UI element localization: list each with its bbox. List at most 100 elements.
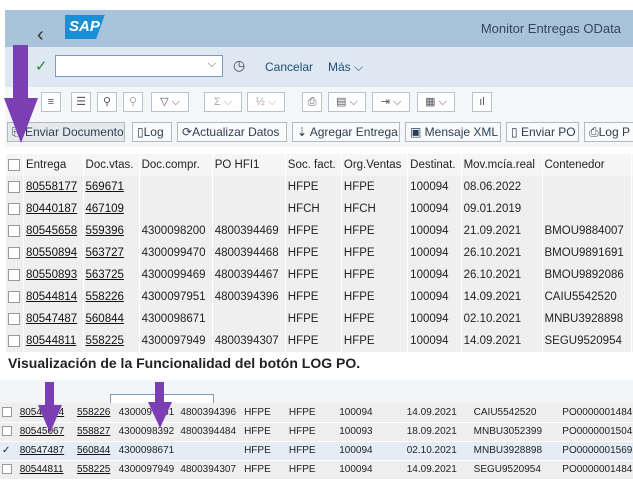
table-row[interactable]: 80545067 558827 4300098392 4800394484 HFPE HF… [0,422,633,442]
row-checkbox[interactable] [6,242,24,264]
export-icon[interactable]: ⇥ ⌵ [372,92,410,112]
table-cell[interactable]: 563727 [83,242,140,264]
row-checkbox[interactable] [0,403,18,423]
row-checkbox[interactable] [6,308,24,330]
align-icon[interactable]: ≡ [41,92,61,112]
log-po-button[interactable]: ⎙Log P [584,122,633,142]
column-header[interactable]: Org.Ventas [341,154,409,176]
select-all-checkbox[interactable] [6,154,24,176]
cell-link[interactable]: 558827 [77,426,110,437]
table-row[interactable]: 80544814 558226 4300097951 4800394396 HFPE HF… [0,403,633,423]
add-delivery-button[interactable]: ⇣ Agregar Entrega [292,122,400,142]
cell-link[interactable]: 563725 [86,269,124,281]
table-cell[interactable]: 80550893 [23,264,84,286]
table-row[interactable]: 80550893 563725 4300099469 4800394467 HFPE HF… [6,264,633,286]
search-icon[interactable]: ⚲ [97,92,117,112]
history-icon[interactable]: ◷ [233,57,245,74]
table-row[interactable]: 80550894 563727 4300099470 4800394468 HFPE HF… [6,242,633,264]
table-cell[interactable]: 80547487 [17,441,75,461]
send-po-button[interactable]: ▯ Enviar PO [506,122,579,142]
row-checkbox[interactable]: ✓ [0,441,18,461]
cell-link[interactable]: 80544811 [26,335,76,347]
cell-link[interactable]: 467109 [86,203,124,215]
table-cell[interactable]: 563725 [83,264,140,286]
table-cell[interactable]: 467109 [83,198,140,220]
row-checkbox[interactable] [0,422,18,442]
log-button[interactable]: ▯Log [132,122,172,142]
chart-icon[interactable]: ıl [472,92,492,112]
cell-link[interactable]: 558226 [86,291,124,303]
cell-link[interactable]: 80544811 [20,464,64,475]
row-checkbox[interactable] [0,460,18,480]
table-cell[interactable]: 80544814 [23,286,84,308]
column-header[interactable]: Contenedor [542,154,632,176]
layout-icon[interactable]: ▦ ⌵ [417,92,455,112]
table-row[interactable]: 80544811 558225 4300097949 4800394307 HFPE HF… [6,330,633,352]
column-header[interactable]: Entrega [23,154,84,176]
table-cell[interactable]: 80544811 [17,460,75,480]
row-checkbox[interactable] [6,286,24,308]
table-cell[interactable]: 80544811 [23,330,84,352]
refresh-data-button[interactable]: ⟳Actualizar Datos [177,122,287,142]
table-cell[interactable]: 558225 [83,330,140,352]
table-cell[interactable]: 559396 [83,220,140,242]
table-row[interactable]: 80440187467109HFCHHFCH10009409.01.2019F [6,198,633,220]
sum-icon[interactable]: Σ ⌵ [204,92,242,112]
cell-link[interactable]: 569671 [86,181,124,193]
column-header[interactable]: Destinat. [407,154,462,176]
cell-link[interactable]: 80550894 [26,247,77,259]
subtotal-icon[interactable]: ½ ⌵ [247,92,285,112]
cell-link[interactable]: 80545658 [26,225,77,237]
xml-message-button[interactable]: ▣ Mensaje XML [405,122,501,142]
row-checkbox[interactable] [6,198,24,220]
cell-link[interactable]: 558226 [77,407,110,418]
row-checkbox[interactable] [6,264,24,286]
table-cell[interactable]: 558827 [74,422,117,442]
chevron-down-icon[interactable]: ⌵ [208,58,216,71]
table-row[interactable]: 80544811 558225 4300097949 4800394307 HFPE HF… [0,460,633,480]
table-row[interactable]: ✓ 80547487 560844 4300098671 HFPE HFPE 100094 0… [0,441,633,461]
table-row[interactable]: 80547487 560844 4300098671 HFPE HFPE 100094 02… [6,308,633,330]
checkmark-icon[interactable]: ✓ [35,57,48,75]
more-button[interactable]: Más ⌵ [328,60,363,75]
cell-link[interactable]: 558225 [77,464,110,475]
row-checkbox[interactable] [6,176,24,198]
cell-link[interactable]: 560844 [77,445,110,456]
cell-link[interactable]: 560844 [86,313,124,325]
print-icon[interactable]: ⎙ [302,92,322,112]
table-cell[interactable]: 560844 [83,308,140,330]
table-row[interactable]: 80558177569671HFPEHFPE10009408.06.2022F [6,176,633,198]
cell-link[interactable]: 80550893 [26,269,77,281]
cell-link[interactable]: 559396 [86,225,124,237]
table-cell[interactable]: 560844 [74,441,117,461]
view-icon[interactable]: ▤ ⌵ [328,92,366,112]
cell-link[interactable]: 80558177 [26,181,77,193]
table-cell[interactable]: 80550894 [23,242,84,264]
table-cell[interactable]: 80545658 [23,220,84,242]
table-cell[interactable]: 558225 [74,460,117,480]
table-row[interactable]: 80545658 559396 4300098200 4800394469 HFPE HF… [6,220,633,242]
cell-link[interactable]: 80440187 [26,203,77,215]
filter-icon[interactable]: ▽ ⌵ [151,92,189,112]
table-cell[interactable]: 80440187 [23,198,84,220]
cell-link[interactable]: 558225 [86,335,124,347]
command-field[interactable]: ⌵ [55,55,223,77]
table-cell[interactable]: 80558177 [23,176,84,198]
filter-lines-icon[interactable]: ☰ [71,92,91,112]
column-header[interactable]: Soc. fact. [285,154,342,176]
chevron-left-icon[interactable]: ‹ [37,24,44,47]
cancel-button[interactable]: Cancelar [265,60,313,74]
column-header[interactable]: Doc.vtas. [83,154,140,176]
column-header[interactable]: Doc.compr. [139,154,213,176]
row-checkbox[interactable] [6,220,24,242]
row-checkbox[interactable] [6,330,24,352]
cell-link[interactable]: 563727 [86,247,124,259]
table-cell[interactable]: 569671 [83,176,140,198]
table-cell[interactable]: 80547487 [23,308,84,330]
table-cell[interactable]: 558226 [74,403,117,423]
cell-link[interactable]: 80547487 [26,313,77,325]
search-next-icon[interactable]: ⚲ [123,92,143,112]
cell-link[interactable]: 80547487 [20,445,65,456]
column-header[interactable]: Mov.mcía.real [461,154,543,176]
table-row[interactable]: 80544814 558226 4300097951 4800394396 HFPE HF… [6,286,633,308]
